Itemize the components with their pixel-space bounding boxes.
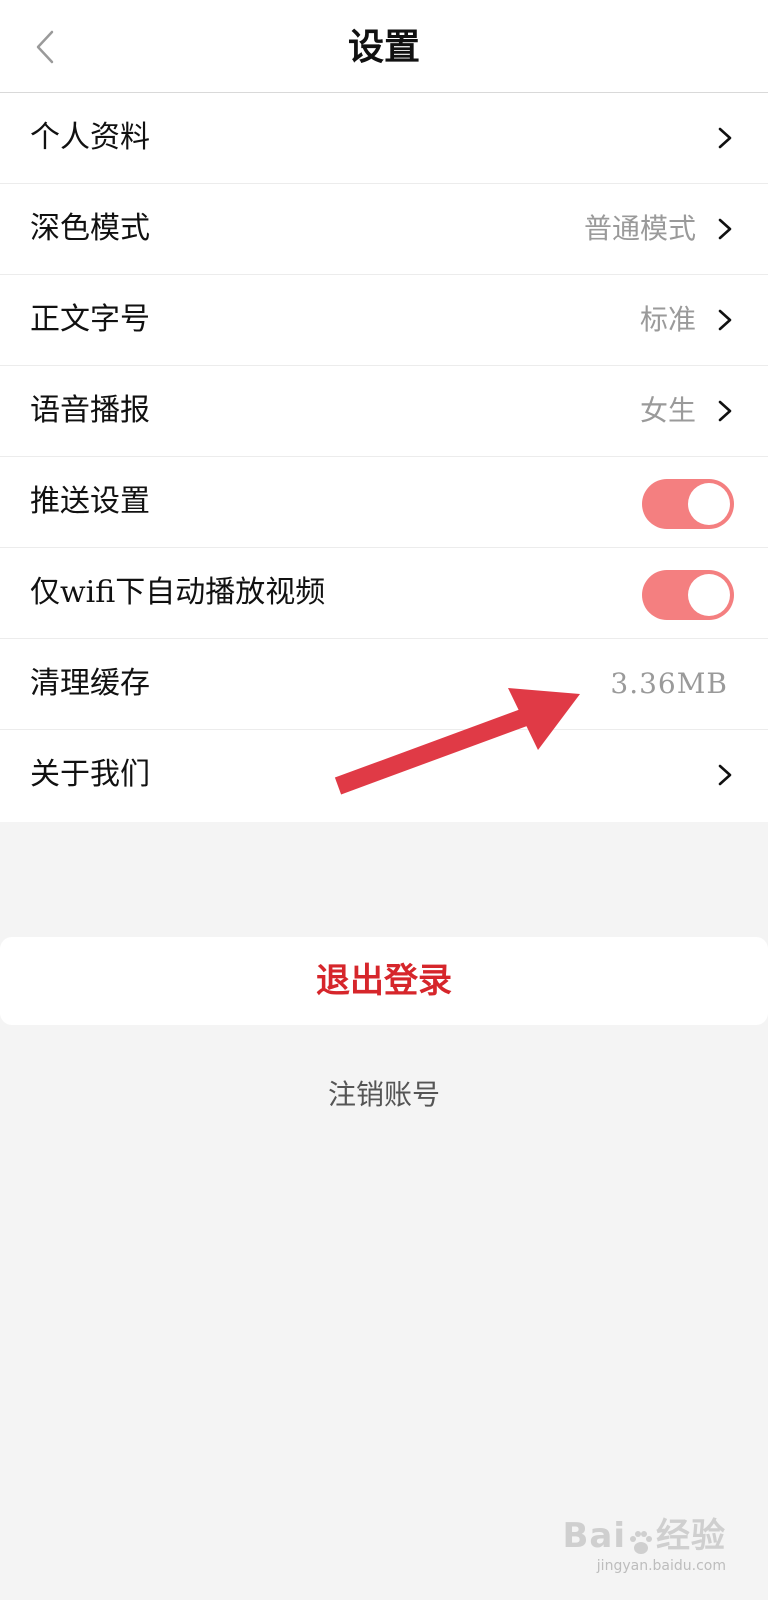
cancel-account-link[interactable]: 注销账号 xyxy=(0,1075,768,1115)
cache-size-value: 3.36MB xyxy=(610,667,728,700)
logout-label: 退出登录 xyxy=(316,961,452,1001)
toggle-knob xyxy=(688,574,730,616)
settings-item-value: 标准 xyxy=(639,303,696,336)
settings-item-label: 语音播报 xyxy=(30,393,150,428)
settings-item-label: 深色模式 xyxy=(30,211,150,246)
settings-item-value: 女生 xyxy=(639,394,696,427)
watermark-url: jingyan.baidu.com xyxy=(596,1558,726,1574)
settings-item-label: 仅wifi下自动播放视频 xyxy=(30,575,326,610)
settings-item-label: 清理缓存 xyxy=(30,666,150,701)
toggle-knob xyxy=(688,483,730,525)
push-toggle[interactable] xyxy=(642,479,734,529)
baidu-jingyan-watermark: Bai 经验 jingyan.baidu.com xyxy=(562,1508,726,1574)
settings-item-profile[interactable]: 个人资料 xyxy=(0,93,768,184)
settings-item-label: 正文字号 xyxy=(30,302,150,337)
annotation-arrow-icon xyxy=(334,688,580,795)
watermark-logo: Bai xyxy=(562,1516,626,1556)
page-title: 设置 xyxy=(347,26,420,68)
settings-item-wifi-autoplay: 仅wifi下自动播放视频 xyxy=(0,548,768,639)
settings-item-label: 推送设置 xyxy=(30,484,150,519)
chevron-right-icon xyxy=(718,218,732,240)
settings-item-label: 关于我们 xyxy=(30,757,150,792)
settings-item-value: 普通模式 xyxy=(583,212,696,245)
chevron-right-icon xyxy=(718,127,732,149)
watermark-logo-tail: 经验 xyxy=(656,1516,726,1556)
header: 设置 xyxy=(0,0,768,93)
chevron-right-icon xyxy=(718,309,732,331)
settings-item-label: 个人资料 xyxy=(30,120,150,155)
settings-item-voice[interactable]: 语音播报 女生 xyxy=(0,366,768,457)
logout-button[interactable]: 退出登录 xyxy=(0,937,768,1025)
settings-item-font-size[interactable]: 正文字号 标准 xyxy=(0,275,768,366)
chevron-right-icon xyxy=(718,400,732,422)
settings-item-dark-mode[interactable]: 深色模式 普通模式 xyxy=(0,184,768,275)
settings-item-push: 推送设置 xyxy=(0,457,768,548)
wifi-autoplay-toggle[interactable] xyxy=(642,570,734,620)
paw-icon xyxy=(630,1530,652,1554)
chevron-right-icon xyxy=(718,764,732,786)
